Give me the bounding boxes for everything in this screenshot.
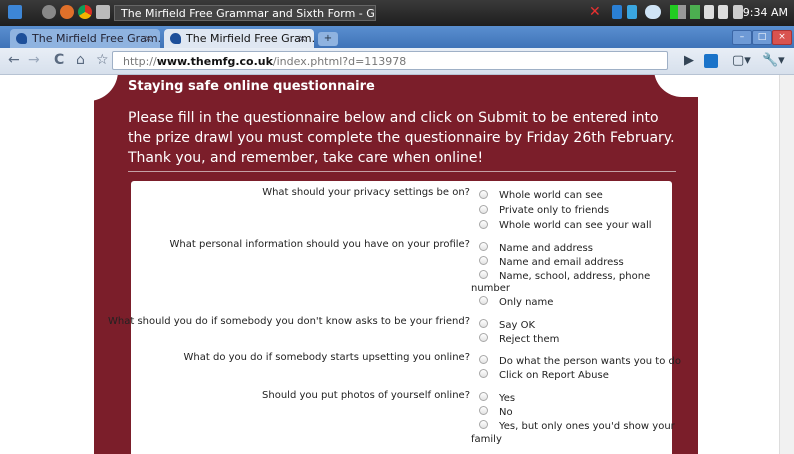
radio-button[interactable] bbox=[479, 420, 488, 429]
close-icon[interactable]: × bbox=[144, 29, 153, 48]
option-label: No bbox=[499, 407, 513, 418]
wrench-menu-icon[interactable]: 🔧▾ bbox=[762, 53, 785, 68]
page-content: Staying safe online questionnaire Please… bbox=[0, 75, 794, 454]
go-arrow-icon[interactable]: ▶ bbox=[684, 53, 694, 68]
question-label: What should your privacy settings be on? bbox=[262, 187, 470, 198]
url-path: /index.phtml?d=113978 bbox=[272, 55, 407, 68]
clock[interactable]: 9:34 AM bbox=[743, 6, 788, 19]
launcher-icon[interactable] bbox=[42, 5, 56, 19]
radio-button[interactable] bbox=[479, 296, 488, 305]
wifi-icon[interactable] bbox=[670, 5, 686, 19]
questionnaire-form: What should your privacy settings be on?… bbox=[108, 181, 681, 454]
close-icon[interactable]: × bbox=[298, 29, 307, 48]
radio-button[interactable] bbox=[479, 270, 488, 279]
radio-button[interactable] bbox=[479, 369, 488, 378]
torn-corner-decoration bbox=[654, 75, 704, 97]
option-label: Yes bbox=[499, 393, 516, 404]
firefox-icon[interactable] bbox=[60, 5, 74, 19]
active-window-title[interactable]: The Mirfield Free Grammar and Sixth Form… bbox=[114, 5, 376, 21]
option-label-wrap: number bbox=[471, 283, 511, 294]
option-label: Private only to friends bbox=[499, 205, 610, 216]
lock-icon[interactable] bbox=[733, 5, 743, 19]
reload-icon[interactable]: C bbox=[54, 52, 64, 68]
option-label: Reject them bbox=[499, 334, 560, 345]
radio-button[interactable] bbox=[479, 333, 488, 342]
radio-button[interactable] bbox=[479, 190, 488, 199]
radio-button[interactable] bbox=[479, 220, 488, 229]
update-icon[interactable] bbox=[718, 5, 728, 19]
battery-icon[interactable] bbox=[690, 5, 700, 19]
radio-button[interactable] bbox=[479, 406, 488, 415]
maximize-button[interactable]: □ bbox=[752, 30, 772, 45]
option-label: Whole world can see bbox=[499, 190, 603, 201]
option-label: Say OK bbox=[499, 320, 536, 331]
radio-button[interactable] bbox=[479, 242, 488, 251]
option-label: Yes, but only ones you'd show your bbox=[499, 421, 675, 432]
page-title: Staying safe online questionnaire bbox=[128, 79, 375, 94]
option-label: Only name bbox=[499, 297, 554, 308]
radio-button[interactable] bbox=[479, 392, 488, 401]
network-icon[interactable] bbox=[627, 5, 637, 19]
bird-favicon-icon bbox=[16, 33, 27, 44]
new-tab-button[interactable]: + bbox=[318, 32, 338, 46]
files-icon[interactable] bbox=[96, 5, 110, 19]
option-label: Name and address bbox=[499, 243, 593, 254]
back-icon[interactable]: ← bbox=[8, 52, 20, 68]
cloud-icon[interactable] bbox=[645, 5, 661, 19]
url-domain: www.themfg.co.uk bbox=[156, 55, 273, 68]
option-label: Name and email address bbox=[499, 257, 624, 268]
torn-corner-decoration bbox=[88, 75, 118, 101]
bird-favicon-icon bbox=[170, 33, 181, 44]
close-icon[interactable]: ✕ bbox=[589, 4, 601, 20]
chrome-icon[interactable] bbox=[78, 5, 92, 19]
forward-icon[interactable]: → bbox=[28, 52, 40, 68]
question-label: What should you do if somebody you don't… bbox=[107, 316, 470, 327]
option-label: Whole world can see your wall bbox=[499, 220, 652, 231]
bookmark-star-icon[interactable]: ☆ bbox=[96, 52, 109, 68]
tab-label: The Mirfield Free Gram... bbox=[32, 32, 160, 45]
tab-strip: The Mirfield Free Gram... × The Mirfield… bbox=[0, 26, 794, 48]
extension-icon[interactable] bbox=[704, 54, 718, 68]
window-close-button[interactable]: × bbox=[772, 30, 792, 45]
radio-button[interactable] bbox=[479, 256, 488, 265]
tab-mirfield-1[interactable]: The Mirfield Free Gram... × bbox=[10, 29, 160, 48]
tab-mirfield-2[interactable]: The Mirfield Free Gram... × bbox=[164, 29, 314, 48]
questionnaire-card: Staying safe online questionnaire Please… bbox=[88, 75, 704, 454]
volume-icon[interactable] bbox=[704, 5, 714, 19]
option-label: Click on Report Abuse bbox=[499, 370, 609, 381]
question-label: Should you put photos of yourself online… bbox=[262, 390, 470, 401]
minimize-button[interactable]: – bbox=[732, 30, 752, 45]
intro-text: Please fill in the questionnaire below a… bbox=[128, 110, 675, 166]
tab-label: The Mirfield Free Gram... bbox=[186, 32, 314, 45]
radio-button[interactable] bbox=[479, 355, 488, 364]
radio-button[interactable] bbox=[479, 205, 488, 214]
vertical-scrollbar[interactable] bbox=[779, 75, 794, 454]
address-bar[interactable]: http://www.themfg.co.uk/index.phtml?d=11… bbox=[112, 51, 668, 70]
system-taskbar: The Mirfield Free Grammar and Sixth Form… bbox=[0, 0, 794, 26]
question-label: What do you do if somebody starts upsett… bbox=[183, 352, 470, 363]
option-label-wrap: family bbox=[471, 434, 502, 445]
question-label: What personal information should you hav… bbox=[169, 239, 470, 250]
option-label: Do what the person wants you to do bbox=[499, 356, 681, 367]
home-menu-icon[interactable] bbox=[8, 5, 22, 19]
page-menu-icon[interactable]: ▢▾ bbox=[732, 53, 751, 68]
radio-button[interactable] bbox=[479, 319, 488, 328]
divider bbox=[128, 171, 676, 172]
option-label: Name, school, address, phone bbox=[499, 271, 651, 282]
bluetooth-icon[interactable] bbox=[612, 5, 622, 19]
url-prefix: http:// bbox=[123, 55, 157, 68]
browser-toolbar: ← → C ⌂ ☆ http://www.themfg.co.uk/index.… bbox=[0, 48, 794, 75]
home-icon[interactable]: ⌂ bbox=[76, 52, 85, 68]
